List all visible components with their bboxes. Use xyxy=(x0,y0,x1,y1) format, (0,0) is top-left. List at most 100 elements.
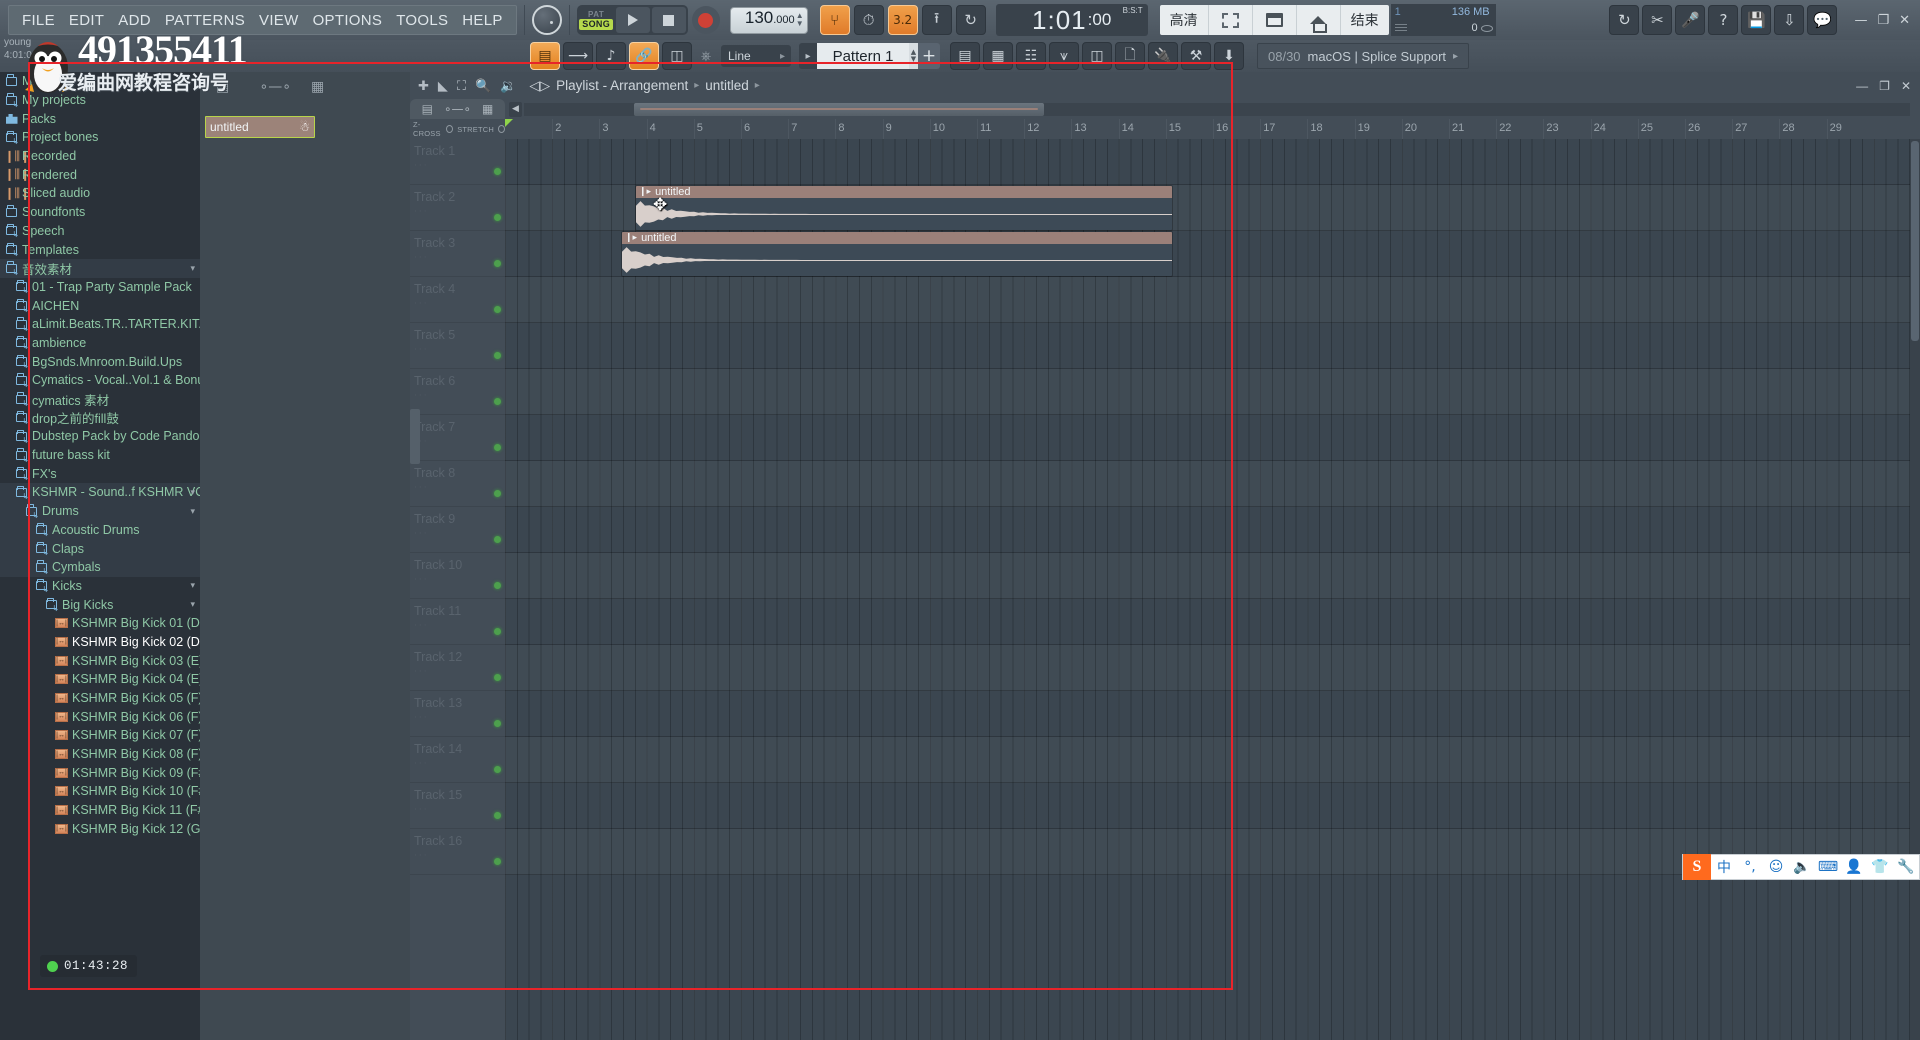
link-tool-button[interactable]: 🔗 xyxy=(629,42,659,70)
track-header[interactable]: Track 4 ··· xyxy=(410,277,505,323)
chevron-down-icon[interactable]: ▾ xyxy=(190,263,195,274)
browser-item-project-bones[interactable]: Project bones xyxy=(0,128,200,147)
waveform-tool-icon[interactable]: ▤ xyxy=(422,102,433,116)
save-icon[interactable]: 💾 xyxy=(1741,5,1772,35)
master-volume-knob[interactable] xyxy=(531,5,562,35)
track-header[interactable]: Track 7 ··· xyxy=(410,415,505,461)
playlist-close-button[interactable]: ✕ xyxy=(1901,79,1911,93)
track-header[interactable]: Track 6 ··· xyxy=(410,369,505,415)
browser-item-[interactable]: 音效素材 ▾ xyxy=(0,258,200,278)
countdown-toggle[interactable]: 3.2 xyxy=(887,5,918,35)
track-enable-led[interactable] xyxy=(494,720,501,727)
track-header[interactable]: Track 11 ··· xyxy=(410,599,505,645)
automation-icon[interactable]: ⠀∘—∘ xyxy=(249,79,291,95)
track-menu-icon[interactable]: ··· xyxy=(414,345,429,355)
pattern-song-switch[interactable]: PAT SONG xyxy=(579,7,614,33)
browser-item-alimit-beats-tr-tarter-kit-3-wav[interactable]: aLimit.Beats.TR..TARTER.KIT.3.WAV xyxy=(0,315,200,334)
ime-language-icon[interactable]: 中 xyxy=(1711,854,1737,880)
mixer-window-button[interactable]: ⩛ xyxy=(1049,42,1079,70)
track-header[interactable]: Track 12 ··· xyxy=(410,645,505,691)
track-lane[interactable] xyxy=(505,691,1920,737)
mixer-button[interactable]: ◫ xyxy=(662,42,692,70)
track-header[interactable]: Track 16 ··· xyxy=(410,829,505,875)
track-menu-icon[interactable]: ··· xyxy=(414,713,429,723)
browser-item-soundfonts[interactable]: Soundfonts xyxy=(0,203,200,222)
menu-item-help[interactable]: HELP xyxy=(455,12,509,29)
track-enable-led[interactable] xyxy=(494,260,501,267)
track-enable-led[interactable] xyxy=(494,766,501,773)
browser-item-kshmr-big-kick-12-g[interactable]: KSHMR Big Kick 12 (G) xyxy=(0,820,200,839)
stretch-toggle[interactable] xyxy=(498,125,505,133)
track-enable-led[interactable] xyxy=(494,858,501,865)
playlist-grid[interactable]: ❙▸ untitled ❙▸ untitled ✥ xyxy=(505,139,1920,1040)
playlist-side-handle[interactable] xyxy=(410,409,420,464)
browser-item-misc[interactable]: Misc xyxy=(0,72,200,91)
track-lane[interactable] xyxy=(505,139,1920,185)
horizontal-scrollbar-track[interactable] xyxy=(524,102,1910,116)
track-header[interactable]: Track 5 ··· xyxy=(410,323,505,369)
ime-settings-icon[interactable]: 🔧 xyxy=(1893,854,1919,880)
tempo-spinner-icon[interactable]: ▲ ▼ xyxy=(796,11,804,28)
track-enable-led[interactable] xyxy=(494,444,501,451)
maximize-button[interactable]: ❐ xyxy=(1877,13,1889,28)
menu-item-add[interactable]: ADD xyxy=(111,12,158,29)
track-lane[interactable] xyxy=(505,599,1920,645)
menu-item-tools[interactable]: TOOLS xyxy=(389,12,455,29)
track-header[interactable]: Track 14 ··· xyxy=(410,737,505,783)
ime-skin-icon[interactable]: 👕 xyxy=(1867,854,1893,880)
refresh-icon[interactable]: ↻ xyxy=(1609,5,1640,35)
browser-item-kshmr-sound-f-kshmr-vol-2[interactable]: KSHMR - Sound..f KSHMR VOL 2▾ xyxy=(0,483,200,502)
overdub-toggle[interactable]: ⭱ xyxy=(921,5,952,35)
browser-button[interactable]: ◫ xyxy=(1082,42,1112,70)
browser-item-sliced-audio[interactable]: ❙⫼❙ Sliced audio xyxy=(0,184,200,203)
track-menu-icon[interactable]: ··· xyxy=(414,851,429,861)
browser-item-kshmr-big-kick-07-f[interactable]: KSHMR Big Kick 07 (F) xyxy=(0,726,200,745)
export-icon[interactable]: ⇩ xyxy=(1774,5,1805,35)
track-lane[interactable] xyxy=(505,277,1920,323)
playlist-button[interactable]: ▤ xyxy=(950,42,980,70)
add-pattern-button[interactable]: + xyxy=(918,43,940,69)
browser-item-future-bass-kit[interactable]: future bass kit xyxy=(0,446,200,465)
download-button[interactable]: ⬇ xyxy=(1214,42,1244,70)
piano-icon[interactable]: ▦ xyxy=(311,79,324,95)
pattern-name[interactable]: Pattern 1 xyxy=(817,43,909,69)
browser-item-claps[interactable]: Claps xyxy=(0,539,200,558)
arrow-tool-button[interactable]: ⟶ xyxy=(563,42,593,70)
track-menu-icon[interactable]: ··· xyxy=(414,759,429,769)
track-lane[interactable] xyxy=(505,783,1920,829)
track-lane[interactable] xyxy=(505,645,1920,691)
splice-status-bar[interactable]: 08/30 macOS | Splice Support ▸ xyxy=(1257,43,1470,69)
browser-item-my-projects[interactable]: My projects xyxy=(0,91,200,110)
track-lane[interactable] xyxy=(505,323,1920,369)
menu-item-view[interactable]: VIEW xyxy=(252,12,306,29)
browser-item-kicks[interactable]: Kicks ▾ xyxy=(0,577,200,596)
piano-tool-icon[interactable]: ▦ xyxy=(482,102,493,116)
plugin-picker-button[interactable]: 🔌 xyxy=(1148,42,1178,70)
ime-voice-icon[interactable]: 🔈 xyxy=(1789,854,1815,880)
loop-record-toggle[interactable]: ↻ xyxy=(955,5,986,35)
browser-item-drums[interactable]: Drums ▾ xyxy=(0,501,200,521)
fullscreen-icon[interactable]: ⛶ xyxy=(457,78,466,94)
browser-item-kshmr-big-kick-09-f[interactable]: KSHMR Big Kick 09 (F#) xyxy=(0,763,200,782)
track-lane[interactable] xyxy=(505,461,1920,507)
track-menu-icon[interactable]: ··· xyxy=(414,805,429,815)
minimize-button[interactable]: — xyxy=(1854,13,1867,28)
time-display[interactable]: 1:01 :00 B:S:T xyxy=(995,4,1148,36)
browser-item-fx-s[interactable]: FX's xyxy=(0,464,200,483)
menu-item-options[interactable]: OPTIONS xyxy=(306,12,390,29)
select-region-button[interactable] xyxy=(1209,5,1253,35)
track-enable-led[interactable] xyxy=(494,168,501,175)
chevron-down-icon[interactable]: ▾ xyxy=(190,487,195,498)
volume-icon[interactable]: 🔉 xyxy=(500,78,516,94)
track-header[interactable]: Track 15 ··· xyxy=(410,783,505,829)
clip-header[interactable]: ❙▸ untitled xyxy=(636,186,1172,198)
chat-icon[interactable]: 💬 xyxy=(1807,5,1838,35)
track-lane[interactable] xyxy=(505,553,1920,599)
move-icon[interactable]: ✚ xyxy=(418,78,429,94)
browser-item-templates[interactable]: Templates xyxy=(0,240,200,259)
horizontal-scrollbar-thumb[interactable] xyxy=(634,102,1044,116)
track-menu-icon[interactable]: ··· xyxy=(414,529,429,539)
track-enable-led[interactable] xyxy=(494,306,501,313)
browser-item-kshmr-big-kick-08-f[interactable]: KSHMR Big Kick 08 (F) xyxy=(0,745,200,764)
browser-item-drop-fill[interactable]: drop之前的fill鼓 xyxy=(0,408,200,427)
